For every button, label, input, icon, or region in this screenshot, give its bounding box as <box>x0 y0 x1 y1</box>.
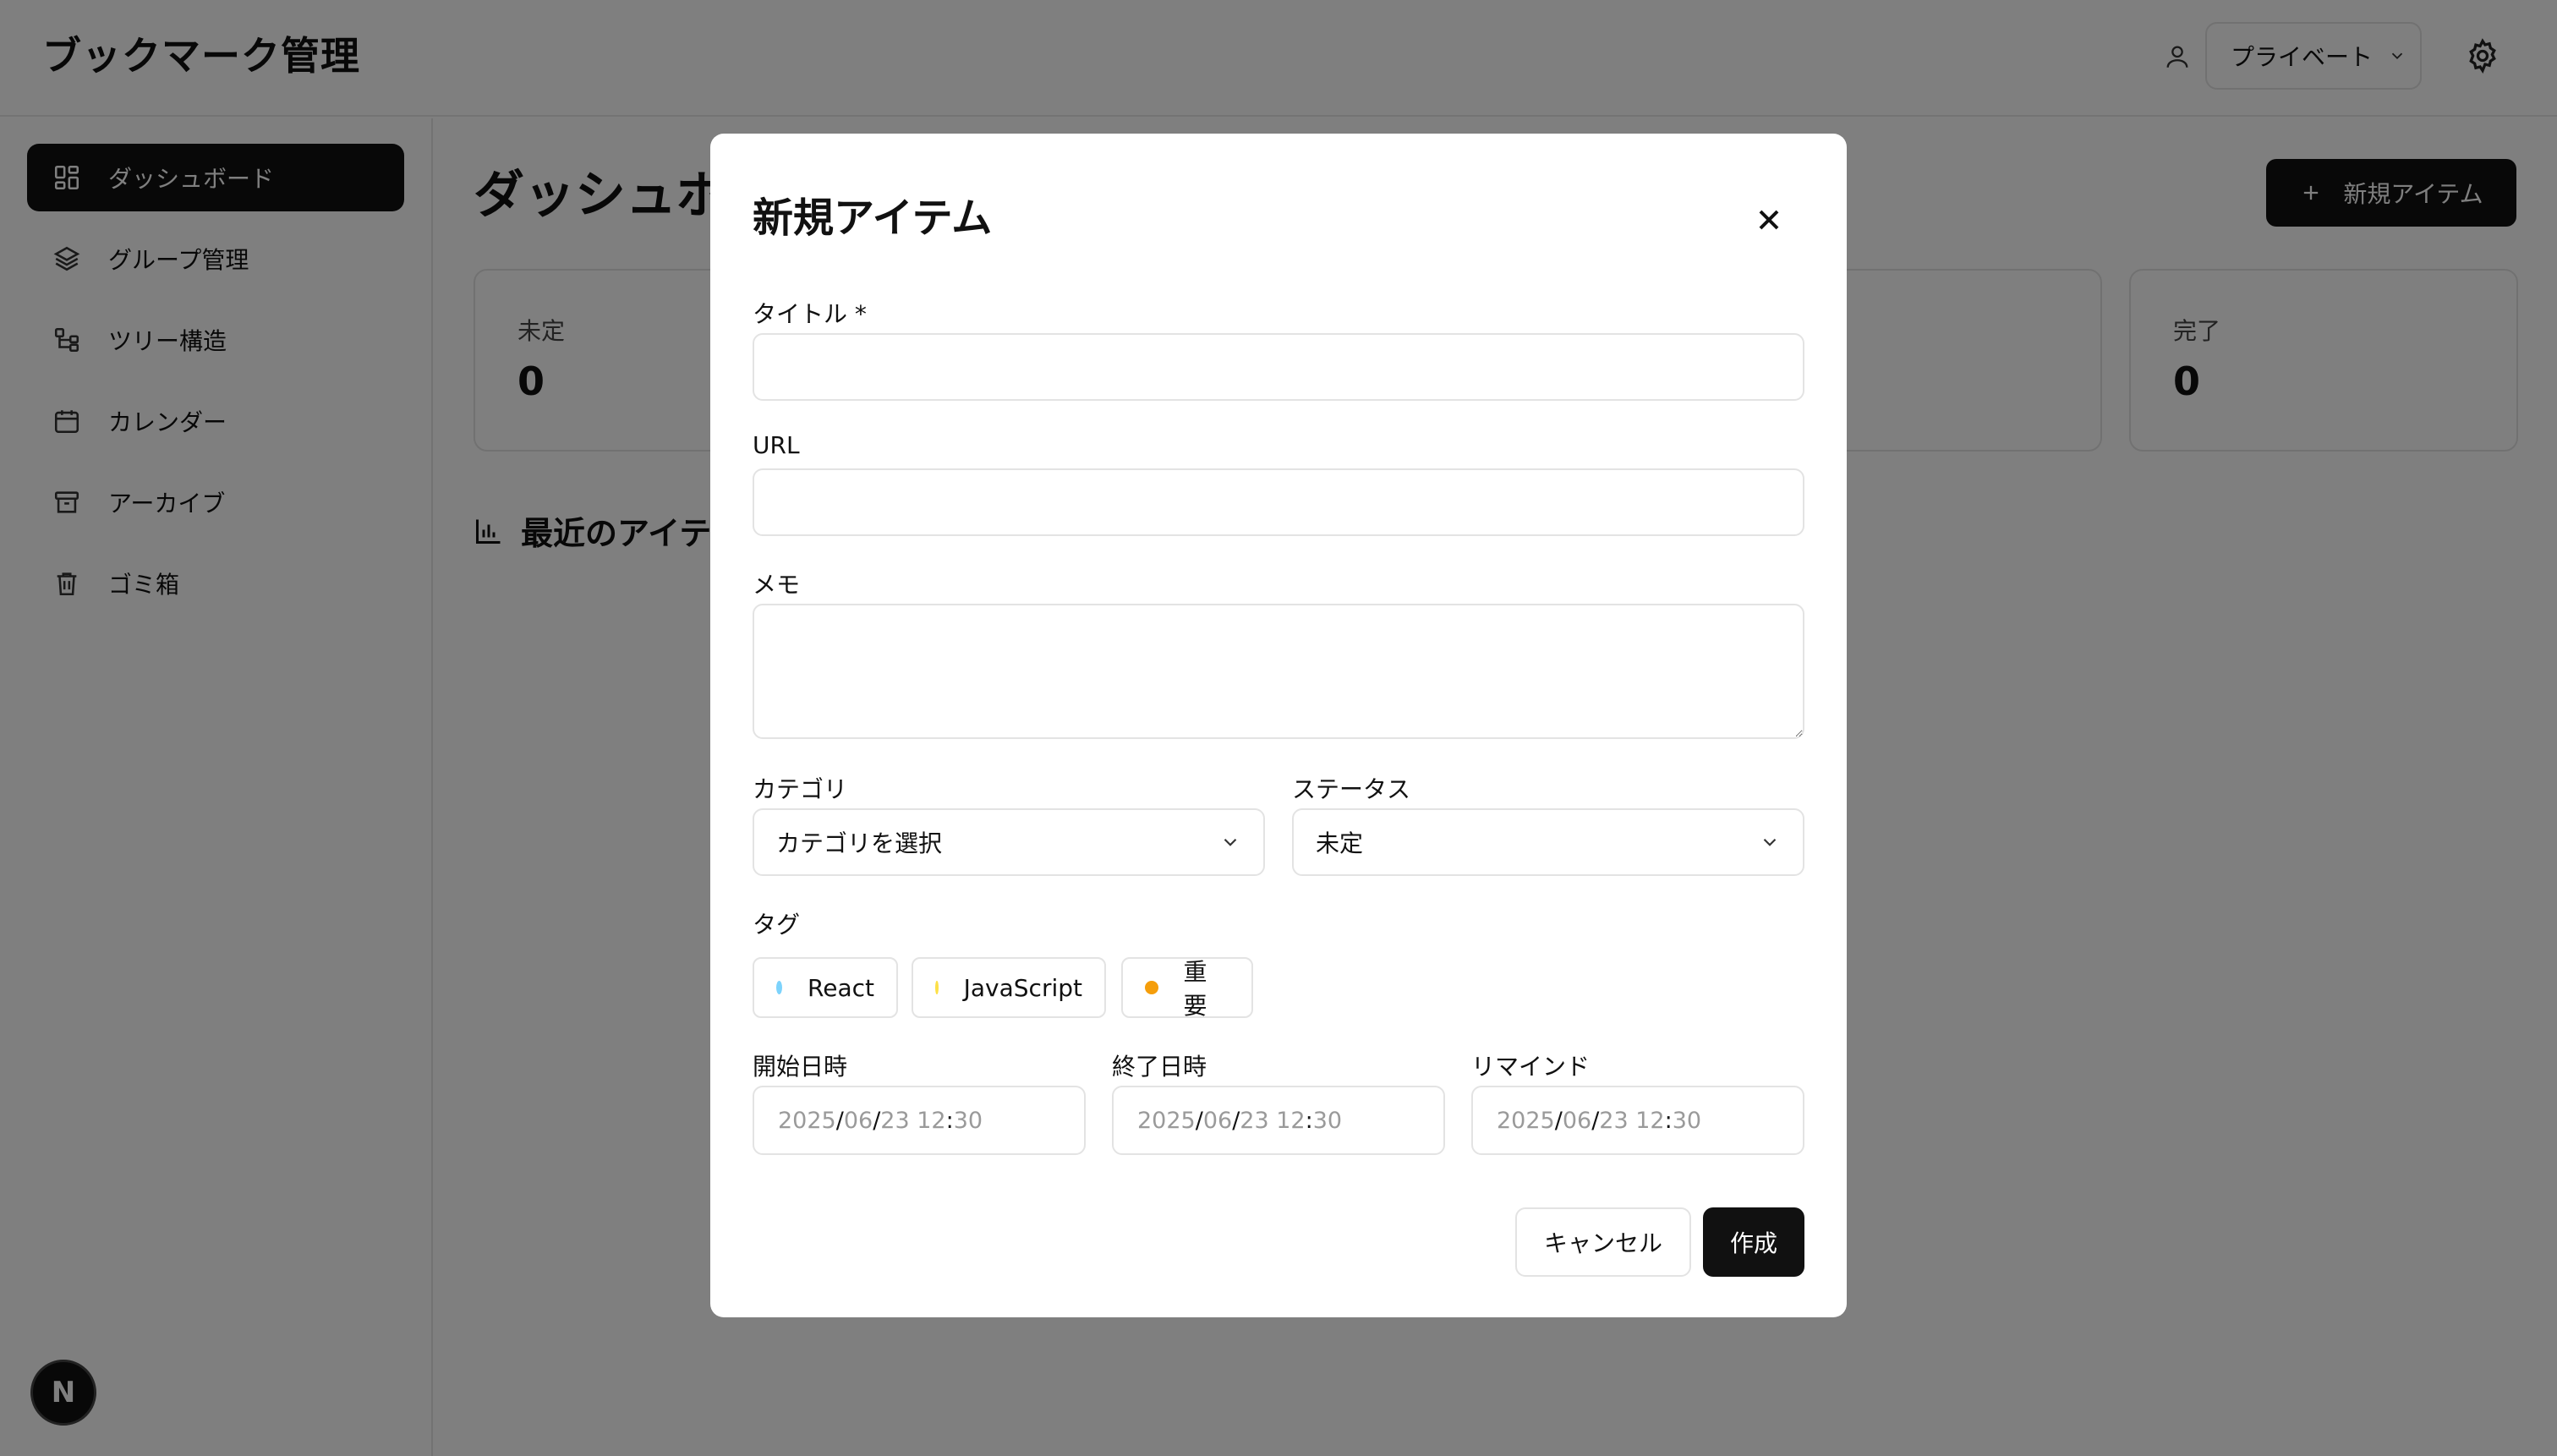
tag-label: 重要 <box>1183 958 1207 1020</box>
title-input[interactable] <box>753 333 1804 401</box>
date-day: 23 <box>1599 1107 1629 1134</box>
end-datetime-label: 終了日時 <box>1112 1053 1207 1081</box>
memo-label: メモ <box>753 571 801 599</box>
url-input[interactable] <box>753 468 1804 536</box>
new-item-dialog: 新規アイテム タイトル * URL メモ カテゴリ カテゴリを選択 ステータス … <box>710 134 1847 1317</box>
date-year: 2025 <box>1137 1107 1196 1134</box>
create-button[interactable]: 作成 <box>1703 1207 1804 1277</box>
category-select-value: カテゴリを選択 <box>776 829 943 857</box>
status-label: ステータス <box>1292 775 1411 803</box>
url-label: URL <box>753 431 800 459</box>
tag-chip-javascript[interactable]: JavaScript <box>912 957 1106 1018</box>
tags-label: タグ <box>753 911 801 939</box>
tag-color-dot <box>1145 981 1158 994</box>
remind-datetime-input[interactable]: 2025/06/23 12:30 <box>1471 1086 1804 1155</box>
date-day: 23 <box>880 1107 910 1134</box>
date-year: 2025 <box>1497 1107 1555 1134</box>
remind-label: リマインド <box>1471 1053 1591 1081</box>
date-day: 23 <box>1240 1107 1269 1134</box>
date-month: 06 <box>1562 1107 1592 1134</box>
date-minute: 30 <box>1672 1107 1702 1134</box>
date-hour: 12 <box>917 1107 946 1134</box>
tag-label: JavaScript <box>963 973 1082 1002</box>
date-minute: 30 <box>953 1107 983 1134</box>
date-month: 06 <box>1202 1107 1233 1134</box>
memo-textarea[interactable] <box>753 604 1804 739</box>
category-label: カテゴリ <box>753 775 848 803</box>
status-select[interactable]: 未定 <box>1292 808 1804 876</box>
end-datetime-input[interactable]: 2025/06/23 12:30 <box>1112 1086 1445 1155</box>
start-datetime-input[interactable]: 2025/06/23 12:30 <box>753 1086 1086 1155</box>
cancel-button[interactable]: キャンセル <box>1515 1207 1691 1277</box>
date-hour: 12 <box>1276 1107 1306 1134</box>
tag-chip-important[interactable]: 重要 <box>1121 957 1253 1020</box>
chevron-down-icon <box>1224 838 1237 846</box>
status-select-value: 未定 <box>1316 829 1364 857</box>
start-datetime-label: 開始日時 <box>753 1053 848 1081</box>
date-month: 06 <box>843 1107 873 1134</box>
chevron-down-icon <box>1763 838 1777 846</box>
tag-label: React <box>808 973 874 1002</box>
close-icon[interactable] <box>1752 203 1786 237</box>
dialog-title: 新規アイテム <box>753 194 993 242</box>
category-select[interactable]: カテゴリを選択 <box>753 808 1265 876</box>
tag-color-dot <box>935 981 939 994</box>
date-hour: 12 <box>1635 1107 1665 1134</box>
tag-color-dot <box>776 981 783 994</box>
date-minute: 30 <box>1312 1107 1343 1134</box>
date-year: 2025 <box>778 1107 836 1134</box>
title-label: タイトル * <box>753 300 867 328</box>
tag-chip-react[interactable]: React <box>753 957 898 1018</box>
